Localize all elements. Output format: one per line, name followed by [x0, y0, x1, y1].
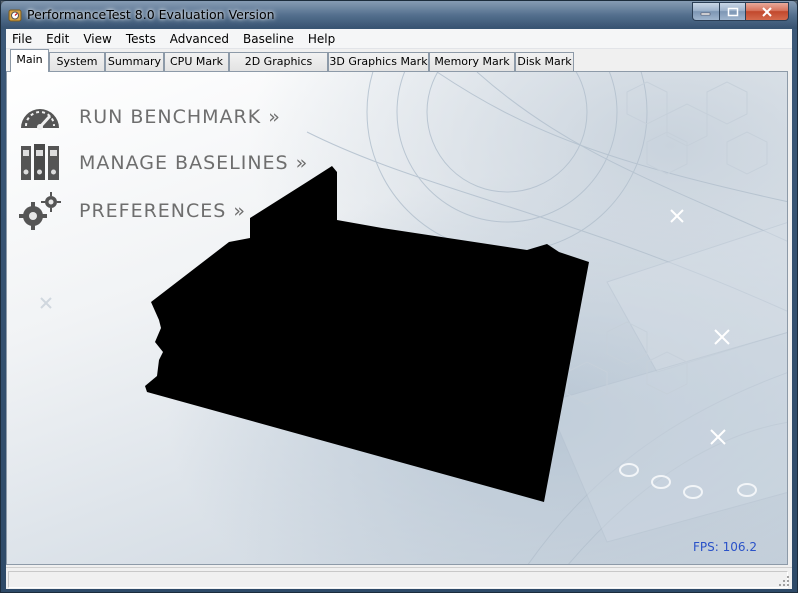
title-bar[interactable]: PerformanceTest 8.0 Evaluation Version: [1, 1, 797, 29]
tab-2d-graphics-mark[interactable]: 2D Graphics Mark: [229, 52, 328, 85]
status-bar: [6, 567, 792, 589]
tab-strip: Main System Summary CPU Mark 2D Graphics…: [6, 49, 792, 85]
app-window: PerformanceTest 8.0 Evaluation Version F…: [0, 0, 798, 593]
3d-render-area: [145, 166, 589, 502]
maximize-button[interactable]: [719, 2, 745, 21]
fps-readout: FPS: 106.2: [693, 540, 757, 554]
resize-grip-icon[interactable]: [778, 575, 790, 587]
menu-edit[interactable]: Edit: [39, 29, 76, 49]
menu-bar: File Edit View Tests Advanced Baseline H…: [6, 29, 792, 49]
menu-tests[interactable]: Tests: [119, 29, 163, 49]
close-icon: [762, 6, 772, 17]
menu-advanced[interactable]: Advanced: [163, 29, 236, 49]
maximize-icon: [727, 7, 738, 16]
tab-summary[interactable]: Summary: [105, 52, 164, 71]
close-button[interactable]: [745, 2, 789, 21]
main-panel: RUN BENCHMARK » MANAGE BASELINES » PREFE…: [6, 71, 788, 565]
caption-buttons: [692, 2, 789, 21]
tab-disk-mark[interactable]: Disk Mark: [515, 52, 574, 71]
menu-help[interactable]: Help: [301, 29, 342, 49]
app-icon[interactable]: [7, 7, 23, 23]
minimize-icon: [700, 12, 711, 15]
status-panel: [8, 571, 788, 588]
menu-view[interactable]: View: [76, 29, 118, 49]
client-area: File Edit View Tests Advanced Baseline H…: [6, 29, 792, 589]
tab-main[interactable]: Main: [10, 49, 49, 72]
tab-3d-graphics-mark[interactable]: 3D Graphics Mark: [328, 52, 429, 71]
menu-baseline[interactable]: Baseline: [236, 29, 301, 49]
tab-memory-mark[interactable]: Memory Mark: [429, 52, 515, 71]
minimize-button[interactable]: [692, 2, 719, 21]
menu-file[interactable]: File: [6, 29, 39, 49]
tab-system[interactable]: System: [49, 52, 105, 71]
window-title: PerformanceTest 8.0 Evaluation Version: [27, 7, 275, 22]
tab-cpu-mark[interactable]: CPU Mark: [164, 52, 229, 71]
